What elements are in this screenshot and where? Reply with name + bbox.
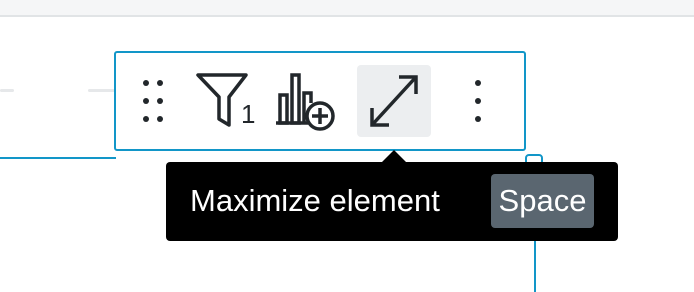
tooltip-arrow: [382, 150, 406, 162]
add-chart-button[interactable]: [272, 65, 342, 137]
background-divider: [88, 89, 116, 92]
more-vertical-icon: [475, 80, 481, 122]
selection-border: [534, 240, 536, 292]
maximize-tooltip: Maximize element Space: [166, 162, 618, 241]
more-options-button[interactable]: [456, 65, 500, 137]
top-strip: [0, 0, 694, 17]
maximize-icon: [370, 75, 418, 127]
keyboard-shortcut-badge: Space: [491, 174, 594, 228]
maximize-button[interactable]: [357, 65, 431, 137]
canvas: 1 Maximize element Space: [0, 0, 694, 292]
drag-handle[interactable]: [134, 65, 172, 137]
filter-button[interactable]: 1: [188, 65, 266, 137]
element-toolbar: 1: [114, 51, 526, 151]
tooltip-label: Maximize element: [190, 183, 440, 218]
drag-handle-icon: [143, 80, 163, 122]
background-divider: [0, 89, 14, 92]
filter-count-badge: 1: [241, 99, 256, 129]
selection-border: [0, 157, 116, 159]
add-chart-icon: [276, 73, 335, 131]
